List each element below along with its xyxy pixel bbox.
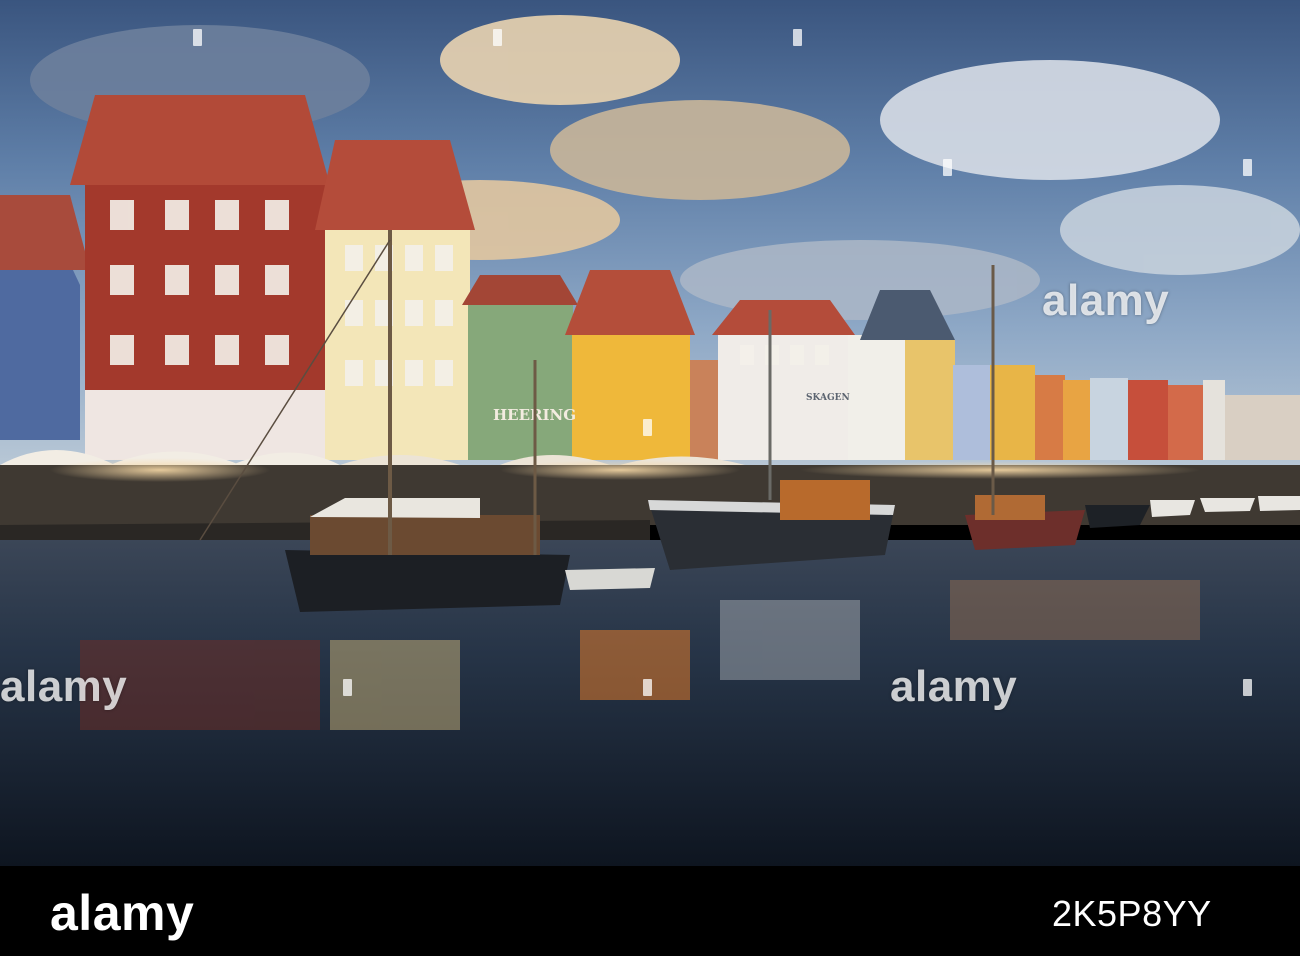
- watermark-square-icon: [643, 419, 652, 436]
- watermark-logo: alamy: [890, 662, 1018, 711]
- dinghy: [565, 568, 655, 590]
- white-boat: [1150, 500, 1195, 517]
- watermark-logo: alamy: [0, 662, 128, 711]
- watermark-square-icon: [1243, 679, 1252, 696]
- image-code: 2K5P8YY: [1052, 893, 1212, 934]
- watermark-square-icon: [343, 679, 352, 696]
- watermark-square-icon: [1243, 159, 1252, 176]
- watermark-square-icon: [943, 159, 952, 176]
- string-lights: [50, 458, 270, 482]
- watermark-square-icon: [643, 679, 652, 696]
- watermark-logo: alamy: [1042, 276, 1170, 325]
- sign-skagen: SKAGEN: [806, 393, 850, 403]
- photo-stage: HEERING SKAGEN: [0, 0, 1300, 956]
- watermark-square-icon: [193, 29, 202, 46]
- watermark-square-icon: [493, 29, 502, 46]
- watermark-square-icon: [793, 29, 802, 46]
- alamy-logo[interactable]: alamy: [50, 884, 194, 942]
